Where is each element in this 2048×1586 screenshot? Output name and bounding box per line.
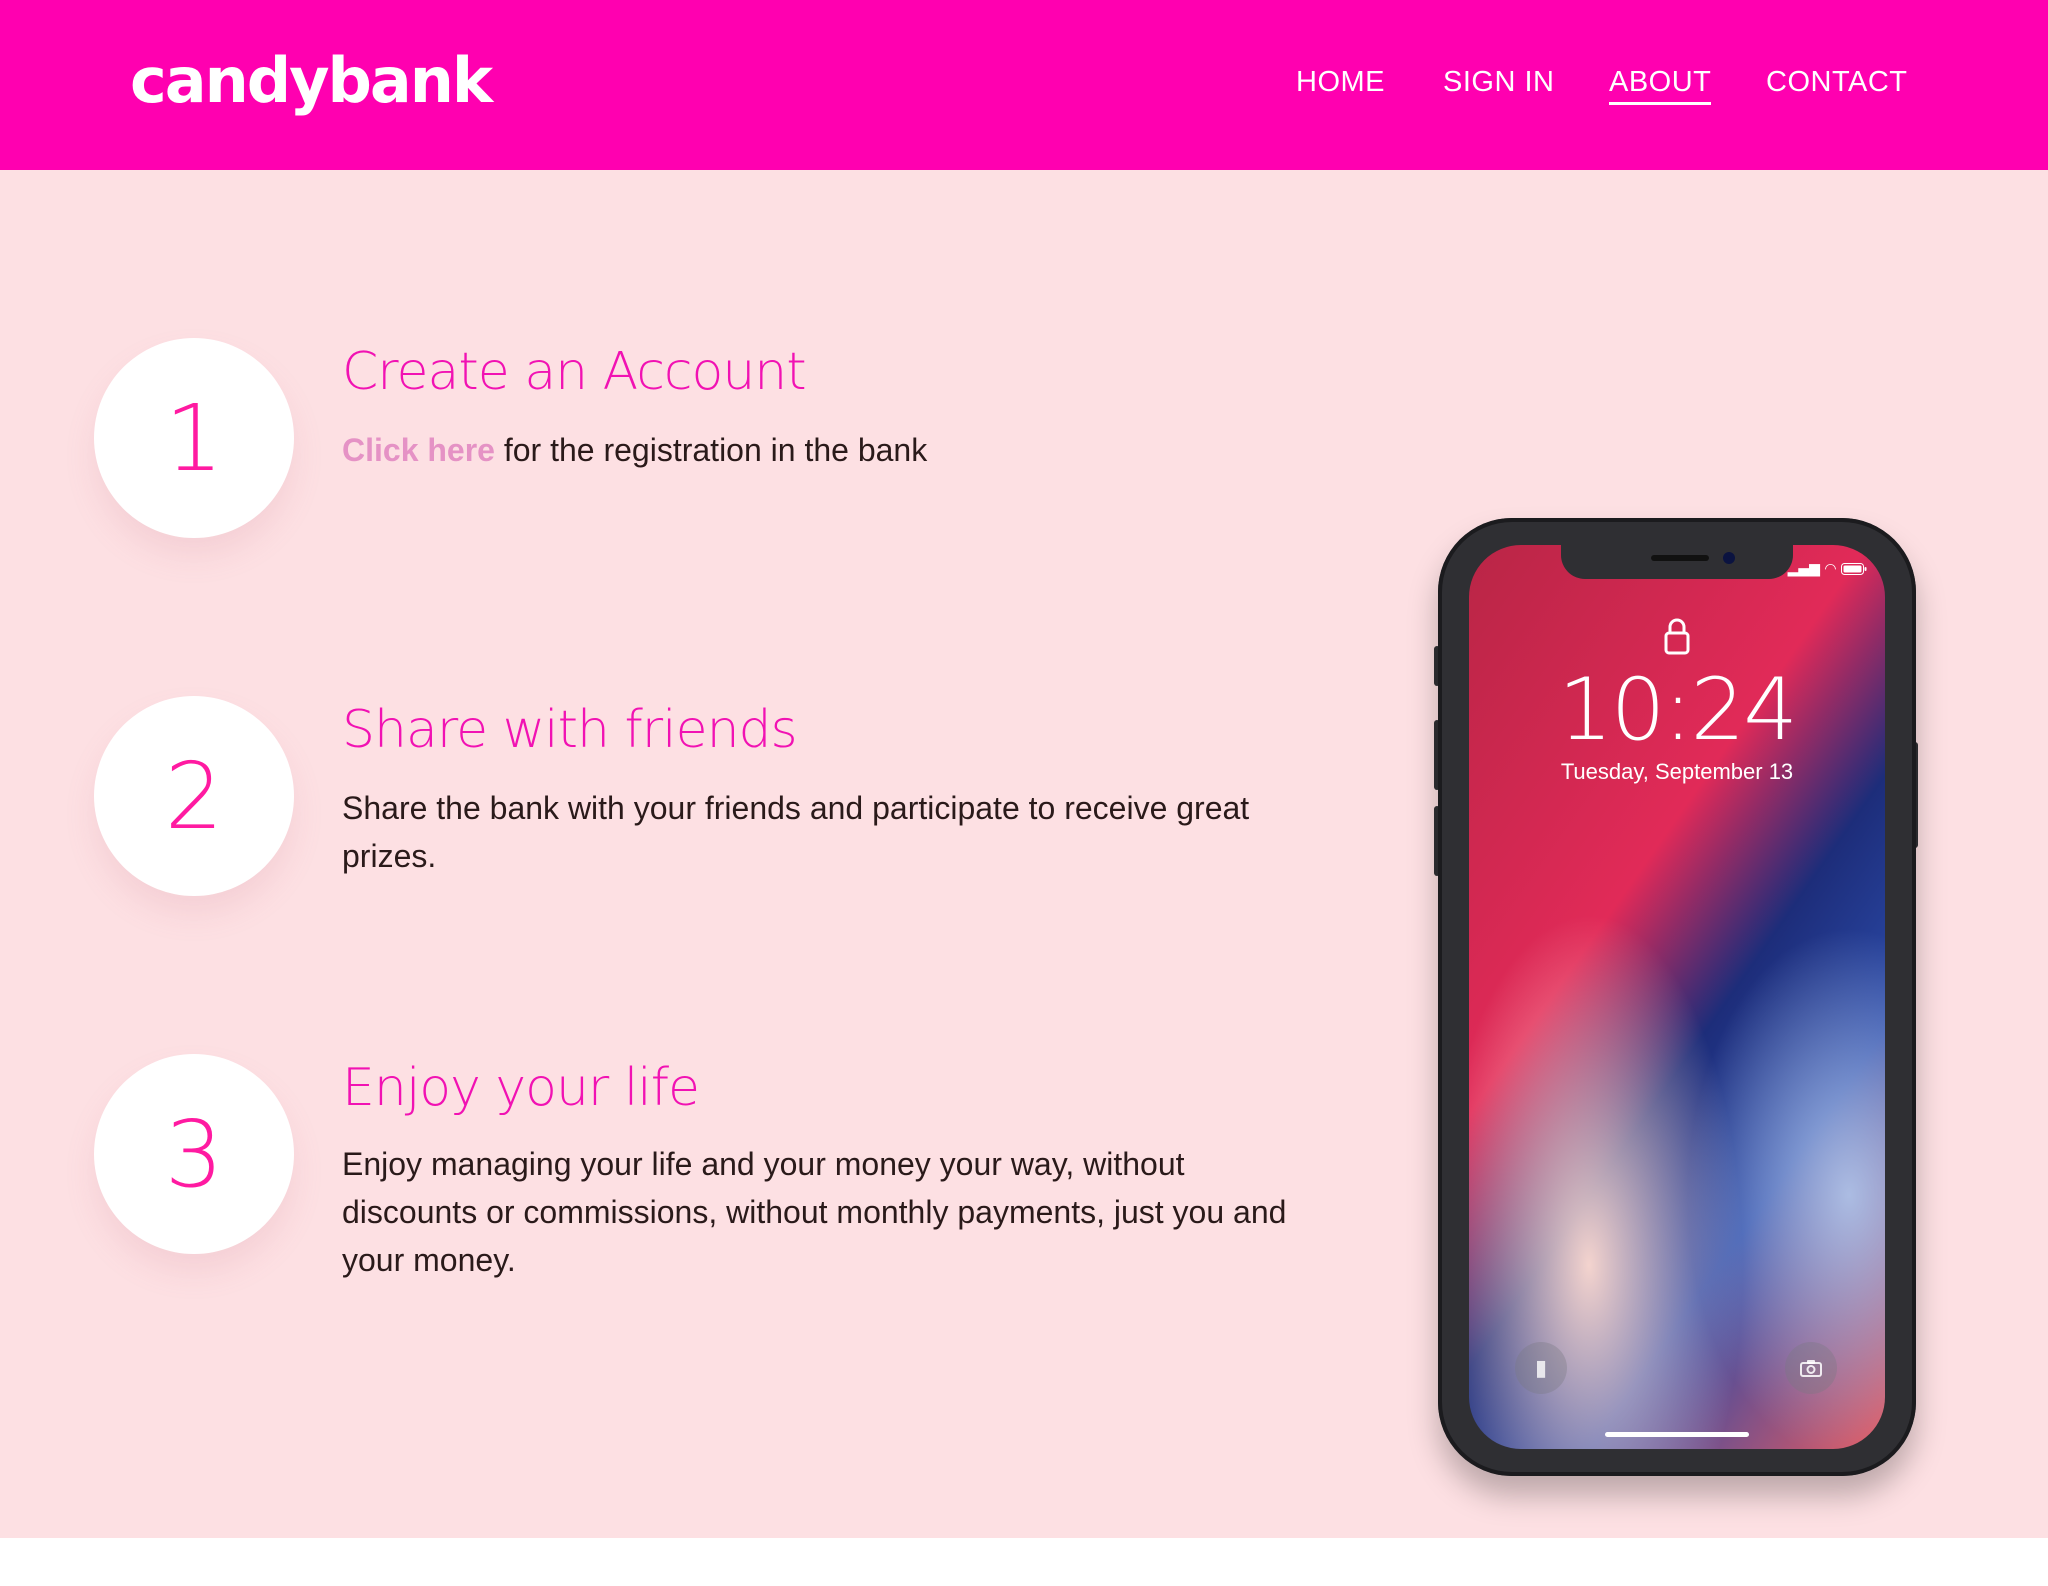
main-nav: HOME SIGN IN ABOUT CONTACT xyxy=(0,66,2048,126)
nav-contact[interactable]: CONTACT xyxy=(1766,66,1908,99)
lock-icon xyxy=(1664,618,1690,655)
step-3-number: 3 xyxy=(94,1054,294,1254)
camera-icon xyxy=(1800,1360,1822,1377)
nav-home[interactable]: HOME xyxy=(1296,66,1385,99)
about-section: 1 Create an Account Click here for the r… xyxy=(0,170,2048,1538)
step-1-text: Click here for the registration in the b… xyxy=(342,426,1322,474)
site-header: candybank HOME SIGN IN ABOUT CONTACT xyxy=(0,0,2048,170)
status-bar: ▂▄▆ ◠ xyxy=(1788,561,1867,577)
phone-mockup: ▂▄▆ ◠ 10:24 Tuesday, September 13 ▮ xyxy=(1438,518,1916,1476)
front-camera xyxy=(1723,552,1735,564)
step-2-description: Share the bank with your friends and par… xyxy=(342,790,1250,874)
home-indicator xyxy=(1605,1432,1749,1437)
battery-icon xyxy=(1841,563,1867,575)
nav-about[interactable]: ABOUT xyxy=(1609,66,1712,105)
step-1-description: for the registration in the bank xyxy=(494,432,928,468)
phone-screen: ▂▄▆ ◠ 10:24 Tuesday, September 13 ▮ xyxy=(1469,545,1885,1449)
step-2-title: Share with friends xyxy=(342,700,798,760)
nav-sign-in[interactable]: SIGN IN xyxy=(1443,66,1554,99)
phone-notch xyxy=(1561,545,1793,579)
camera-button[interactable] xyxy=(1785,1342,1837,1394)
step-2-number: 2 xyxy=(94,696,294,896)
step-3-title: Enjoy your life xyxy=(342,1058,700,1118)
signal-icon: ▂▄▆ xyxy=(1787,561,1820,577)
step-1-title: Create an Account xyxy=(342,342,807,402)
register-link[interactable]: Click here xyxy=(342,432,495,468)
flashlight-button[interactable]: ▮ xyxy=(1515,1342,1567,1394)
step-3-description: Enjoy managing your life and your money … xyxy=(342,1146,1287,1278)
lockscreen-date: Tuesday, September 13 xyxy=(1560,759,1794,784)
step-1-number: 1 xyxy=(94,338,294,538)
wifi-icon: ◠ xyxy=(1824,561,1837,577)
speaker-grill xyxy=(1651,555,1709,561)
flashlight-icon: ▮ xyxy=(1534,1355,1548,1381)
lockscreen-time: 10:24 xyxy=(1558,660,1798,760)
